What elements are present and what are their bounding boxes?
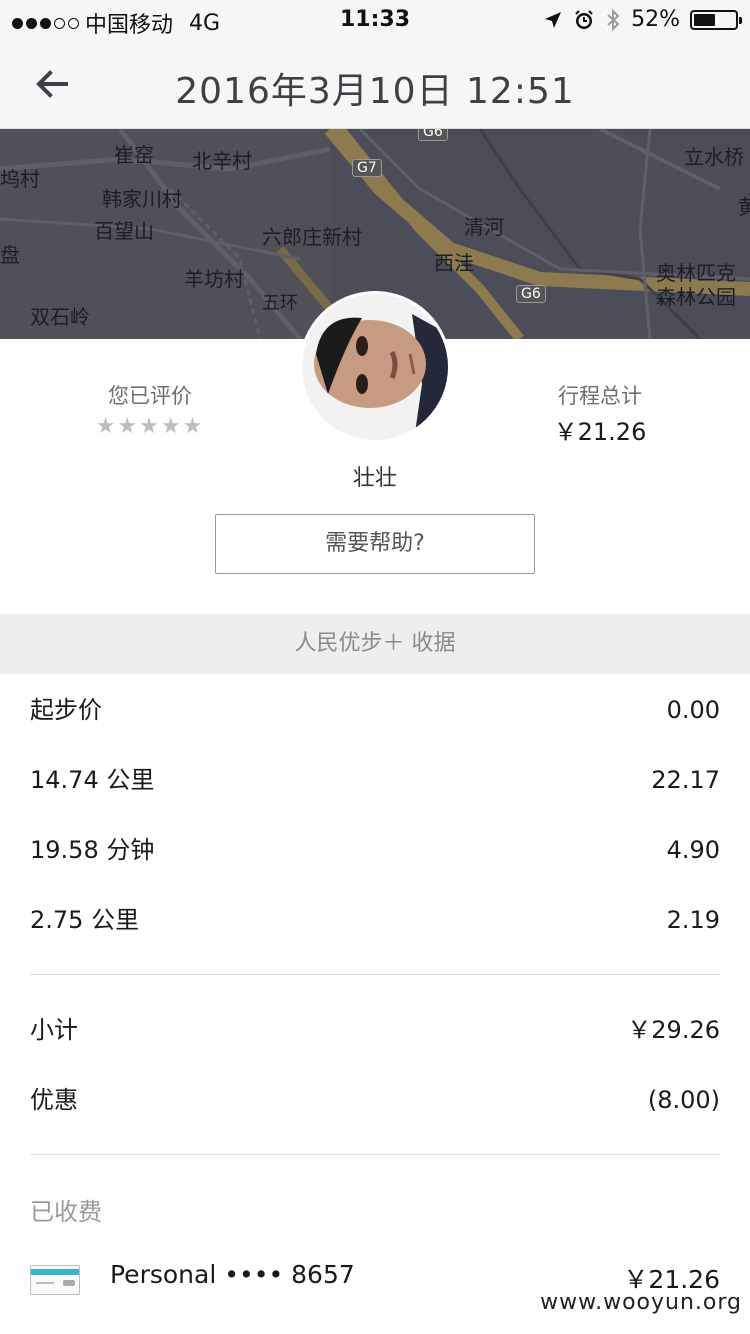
fare-value: 22.17 xyxy=(651,766,720,794)
map-label: 坞村 xyxy=(0,167,40,191)
subtotal-value: ￥29.26 xyxy=(627,1016,720,1044)
map-label: 双石岭 xyxy=(30,305,90,329)
discount-value: (8.00) xyxy=(647,1086,720,1114)
divider xyxy=(30,974,720,975)
divider xyxy=(30,1154,720,1155)
status-right: 52% xyxy=(543,7,742,32)
map-label: 六郎庄新村 xyxy=(262,225,362,249)
discount-row: 优惠 (8.00) xyxy=(30,1080,720,1120)
map-label: 清河 xyxy=(464,215,504,239)
fare-row-extra-distance: 2.75 公里 2.19 xyxy=(30,900,720,940)
road-tag: G6 xyxy=(418,129,448,141)
trip-total-label: 行程总计 xyxy=(558,384,642,408)
driver-name: 壮壮 xyxy=(352,466,397,491)
battery-icon xyxy=(690,9,742,30)
page-title: 2016年3月10日 12:51 xyxy=(175,71,575,112)
map-label: 五环 xyxy=(262,293,298,314)
map-label: 西洼 xyxy=(434,251,474,275)
fare-row-time: 19.58 分钟 4.90 xyxy=(30,830,720,870)
battery-percent: 52% xyxy=(631,7,680,32)
fare-label: 14.74 公里 xyxy=(30,766,155,794)
location-arrow-icon xyxy=(545,11,562,28)
navigation-bar: 2016年3月10日 12:51 xyxy=(0,40,750,129)
road-tag: G7 xyxy=(352,159,382,177)
map-label: 韩家川村 xyxy=(102,187,182,211)
fare-row-distance: 14.74 公里 22.17 xyxy=(30,760,720,800)
alarm-icon xyxy=(575,9,593,29)
status-bar: 中国移动 4G 11:33 52% xyxy=(0,0,750,40)
fare-label: 起步价 xyxy=(30,696,102,724)
map-label: 森林公园 xyxy=(656,285,736,309)
driver-photo xyxy=(302,294,448,440)
credit-card-icon xyxy=(30,1265,80,1295)
need-help-button[interactable]: 需要帮助? xyxy=(215,514,535,574)
charged-label: 已收费 xyxy=(30,1198,102,1226)
payment-method[interactable]: Personal •••• 8657 xyxy=(110,1260,355,1289)
map-label: 崔窑 xyxy=(114,143,154,167)
fare-label: 19.58 分钟 xyxy=(30,836,155,864)
fare-value: 2.19 xyxy=(666,906,720,934)
rating-stars[interactable]: ★★★★★ xyxy=(90,414,210,439)
fare-label: 2.75 公里 xyxy=(30,906,140,934)
bluetooth-icon xyxy=(607,8,620,31)
fare-row-base: 起步价 0.00 xyxy=(30,690,720,730)
discount-label: 优惠 xyxy=(30,1086,78,1114)
fare-value: 4.90 xyxy=(666,836,720,864)
map-label: 北辛村 xyxy=(192,149,252,173)
road-tag: G6 xyxy=(516,285,546,303)
rating-label: 您已评价 xyxy=(108,384,192,408)
receipt-header: 人民优步＋ 收据 xyxy=(0,614,750,674)
map-label: 百望山 xyxy=(94,219,154,243)
watermark: www.wooyun.org xyxy=(540,1290,742,1315)
trip-total-value: ￥21.26 xyxy=(553,418,647,446)
map-label: 黄 xyxy=(738,195,750,219)
subtotal-label: 小计 xyxy=(30,1016,78,1044)
map-label: 盘 xyxy=(0,243,20,267)
map-label: 立水桥 xyxy=(684,145,744,169)
map-label: 羊坊村 xyxy=(184,267,244,291)
driver-avatar xyxy=(302,294,448,440)
fare-value: 0.00 xyxy=(666,696,720,724)
subtotal-row: 小计 ￥29.26 xyxy=(30,1010,720,1050)
